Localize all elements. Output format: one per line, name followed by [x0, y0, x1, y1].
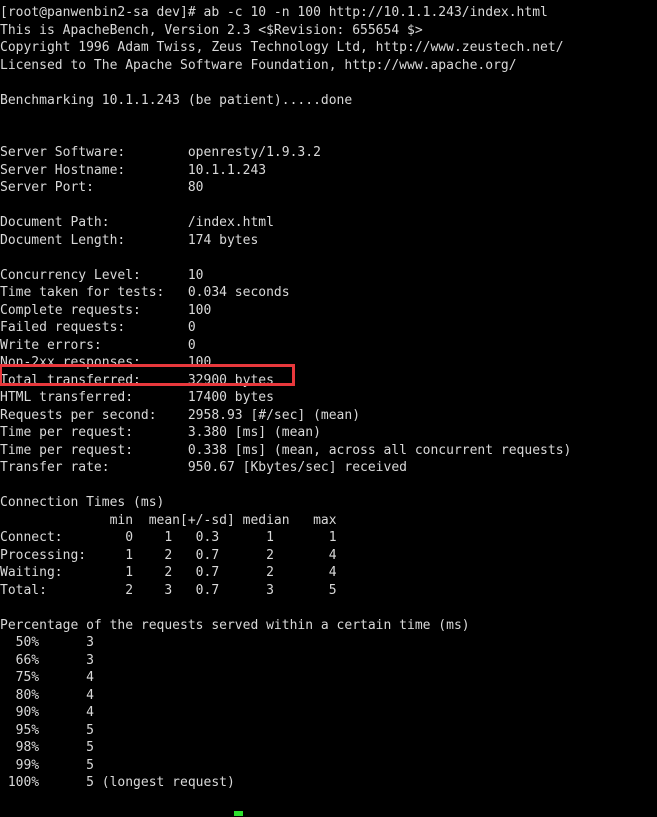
terminal-line: Licensed to The Apache Software Foundati…: [0, 57, 517, 73]
terminal-line-percentile: 98% 5: [0, 740, 94, 755]
terminal-line: Transfer rate: 950.67 [Kbytes/sec] recei…: [0, 460, 407, 475]
terminal-window[interactable]: [root@panwenbin2-sa dev]# ab -c 10 -n 10…: [0, 0, 657, 817]
terminal-line-percentile: 100% 5 (longest request): [0, 775, 235, 790]
terminal-line: Server Port: 80: [0, 180, 204, 195]
terminal-line: Total transferred: 32900 bytes: [0, 372, 274, 388]
terminal-line: Complete requests: 100: [0, 302, 212, 318]
terminal-line-percentile: 66% 3: [0, 652, 94, 668]
terminal-line-connection-times-title: Connection Times (ms): [0, 495, 165, 510]
terminal-line: Server Software: openresty/1.9.3.2: [0, 145, 321, 160]
terminal-line-percentile: 95% 5: [0, 722, 94, 738]
terminal-line-non-2xx-responses: Non-2xx responses: 100: [0, 355, 212, 370]
terminal-line-percentile: 99% 5: [0, 757, 94, 773]
terminal-line-percentile: 50% 3: [0, 635, 94, 650]
terminal-line-percentile: 80% 4: [0, 687, 94, 703]
terminal-line-processing-row: Processing: 1 2 0.7 2 4: [0, 547, 337, 563]
terminal-line-percentile-title: Percentage of the requests served within…: [0, 617, 470, 633]
terminal-line: [root@panwenbin2-sa dev]# ab -c 10 -n 10…: [0, 5, 548, 20]
terminal-line: Document Path: /index.html: [0, 215, 274, 230]
terminal-line: Server Hostname: 10.1.1.243: [0, 162, 267, 178]
terminal-line-connection-times-header: min mean[+/-sd] median max: [0, 512, 337, 528]
terminal-line: Write errors: 0: [0, 337, 196, 353]
terminal-line-percentile: 90% 4: [0, 705, 94, 720]
terminal-line: This is ApacheBench, Version 2.3 <$Revis…: [0, 22, 423, 38]
terminal-line: Copyright 1996 Adam Twiss, Zeus Technolo…: [0, 40, 564, 55]
terminal-line-connect-row: Connect: 0 1 0.3 1 1: [0, 530, 337, 545]
terminal-line: Time taken for tests: 0.034 seconds: [0, 285, 290, 300]
terminal-line: Time per request: 0.338 [ms] (mean, acro…: [0, 442, 572, 458]
terminal-output: [root@panwenbin2-sa dev]# ab -c 10 -n 10…: [0, 4, 657, 792]
terminal-line: HTML transferred: 17400 bytes: [0, 390, 274, 405]
terminal-line: Document Length: 174 bytes: [0, 232, 259, 248]
terminal-line: Concurrency Level: 10: [0, 267, 204, 283]
terminal-line-waiting-row: Waiting: 1 2 0.7 2 4: [0, 565, 337, 580]
terminal-cursor: [234, 811, 243, 816]
terminal-line-total-row: Total: 2 3 0.7 3 5: [0, 582, 337, 598]
terminal-line: Failed requests: 0: [0, 320, 196, 335]
terminal-line: Requests per second: 2958.93 [#/sec] (me…: [0, 407, 361, 423]
terminal-line: Benchmarking 10.1.1.243 (be patient)....…: [0, 92, 353, 108]
terminal-line-percentile: 75% 4: [0, 670, 94, 685]
terminal-line: Time per request: 3.380 [ms] (mean): [0, 425, 321, 440]
